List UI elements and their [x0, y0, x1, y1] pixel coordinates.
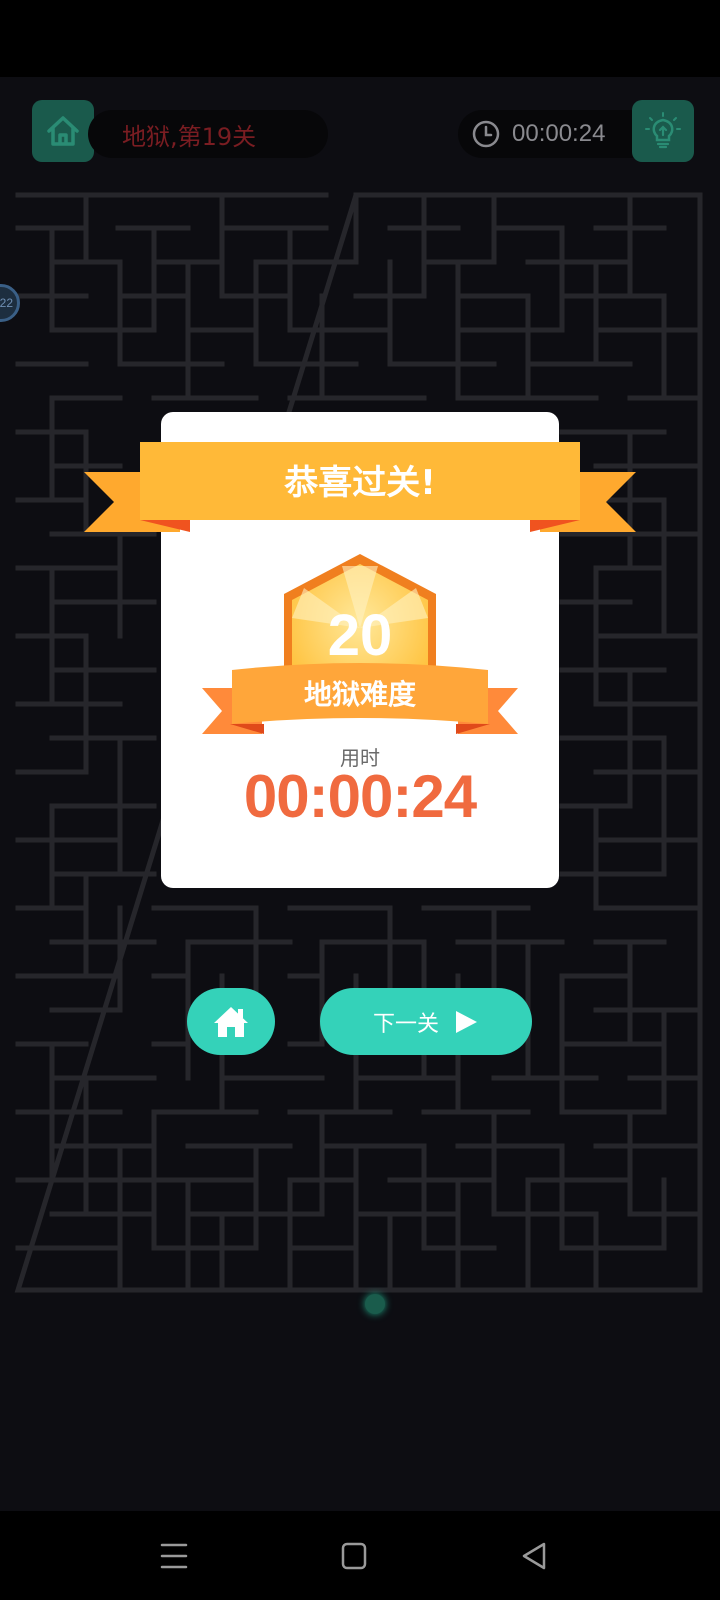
play-icon: [456, 1010, 477, 1033]
time-value: 00:00:24: [243, 763, 477, 830]
back-triangle-icon[interactable]: [514, 1538, 554, 1574]
square-icon[interactable]: [334, 1538, 374, 1574]
next-level-label: 下一关: [372, 1011, 439, 1037]
badge-label: 地狱难度: [303, 678, 416, 711]
home-button[interactable]: [187, 988, 275, 1055]
timer-pill: 00:00:24: [458, 110, 654, 158]
level-title-pill: 地狱,第19关: [88, 110, 328, 158]
home-icon: [47, 116, 79, 146]
next-level-button[interactable]: 下一关: [320, 988, 532, 1055]
dialog-title: 恭喜过关!: [284, 462, 436, 503]
clock-icon: [472, 120, 500, 148]
level-title: 地狱,第19关: [122, 122, 257, 151]
home-button-top[interactable]: [32, 100, 94, 162]
menu-icon[interactable]: [154, 1538, 194, 1574]
maze-exit-dot: [365, 1294, 385, 1314]
hint-button[interactable]: [632, 100, 694, 162]
timer-value: 00:00:24: [512, 120, 606, 147]
lightbulb-icon: [645, 112, 681, 149]
badge-number: 20: [327, 602, 393, 668]
home-icon: [214, 1006, 248, 1037]
